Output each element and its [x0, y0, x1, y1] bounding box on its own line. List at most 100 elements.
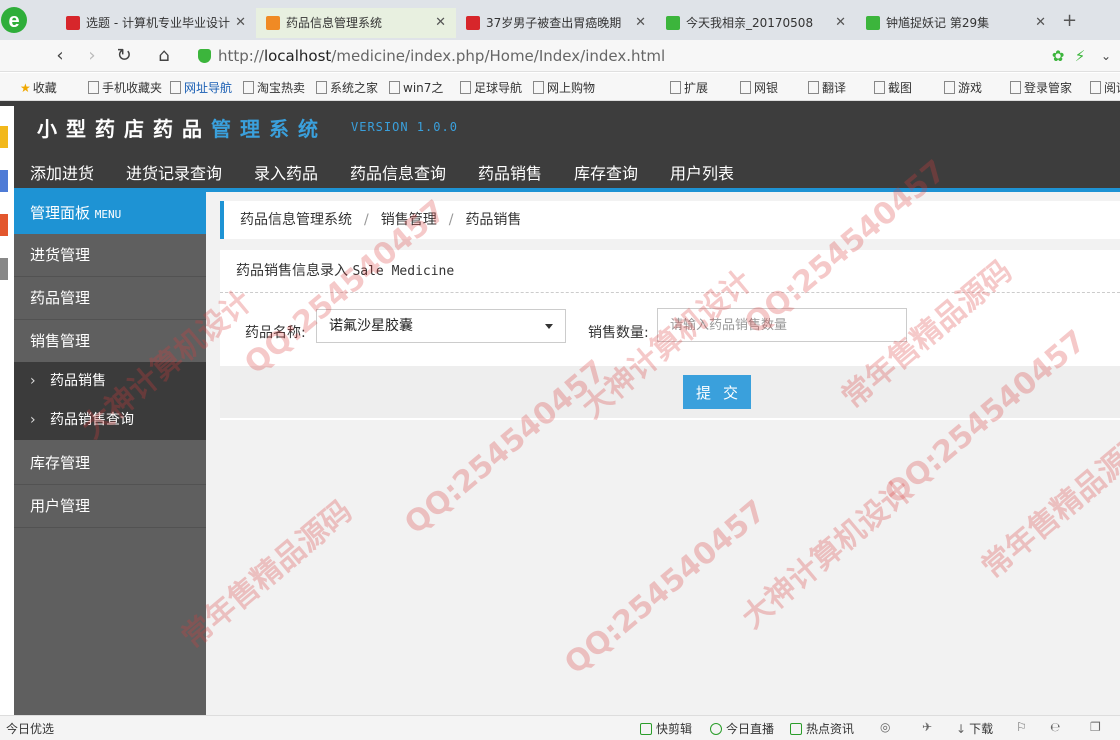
- quantity-input[interactable]: [657, 308, 907, 342]
- extension-icon: [670, 81, 681, 94]
- sidebar-subitem-sales-query[interactable]: › 药品销售查询: [14, 401, 206, 440]
- page-icon: [460, 81, 471, 94]
- nav-add-purchase[interactable]: 添加进货: [30, 160, 94, 184]
- nav-add-medicine[interactable]: 录入药品: [254, 160, 318, 184]
- bookmark-item[interactable]: 游戏: [944, 79, 982, 96]
- sidebar-item-users[interactable]: 用户管理: [14, 485, 206, 528]
- tab-favicon-icon: [466, 16, 480, 30]
- submit-button[interactable]: 提交: [683, 375, 751, 409]
- bookmark-item[interactable]: 足球导航: [460, 79, 522, 96]
- refresh-icon[interactable]: ↻: [112, 44, 136, 68]
- sidebar-app-icon[interactable]: [0, 214, 8, 236]
- sidebar-subitem-sales[interactable]: › 药品销售: [14, 362, 206, 401]
- bookmark-item[interactable]: 网址导航: [170, 79, 232, 96]
- sidebar-app-icon[interactable]: [0, 126, 8, 148]
- breadcrumb-item[interactable]: 药品信息管理系统: [240, 212, 352, 228]
- nav-medicine-query[interactable]: 药品信息查询: [350, 160, 446, 184]
- status-item[interactable]: 热点资讯: [790, 720, 854, 737]
- tab-label: 选题 - 计算机专业毕业设计: [86, 16, 230, 30]
- medicine-name-label: 药品名称:: [245, 325, 306, 341]
- close-icon[interactable]: ✕: [635, 8, 646, 38]
- submit-row: 提交: [220, 366, 1120, 418]
- bookmark-item[interactable]: 翻译: [808, 79, 846, 96]
- app-version: VERSION 1.0.0: [351, 120, 458, 134]
- chevron-right-icon: ›: [30, 412, 36, 428]
- browser-tab[interactable]: 选题 - 计算机专业毕业设计 ✕: [56, 8, 256, 38]
- medicine-select[interactable]: 诺氟沙星胶囊: [316, 309, 566, 343]
- bookmark-item[interactable]: 网银: [740, 79, 778, 96]
- sidebar-item-medicine[interactable]: 药品管理: [14, 277, 206, 320]
- tab-label: 今天我相亲_20170508: [686, 16, 814, 30]
- quantity-label: 销售数量:: [588, 325, 649, 341]
- bookmark-item[interactable]: 登录管家: [1010, 79, 1072, 96]
- app-header: 小型药店药品管理系统 VERSION 1.0.0 添加进货 进货记录查询 录入药…: [0, 101, 1120, 192]
- sidebar-app-icon[interactable]: [0, 170, 8, 192]
- status-left-label[interactable]: 今日优选: [6, 720, 54, 737]
- phone-icon: [88, 81, 99, 94]
- translate-icon: [808, 81, 819, 94]
- browser-tab[interactable]: 今天我相亲_20170508 ✕: [656, 8, 856, 38]
- tab-label: 药品信息管理系统: [286, 16, 383, 30]
- scissors-icon: [640, 723, 652, 735]
- url-host: localhost: [263, 47, 332, 65]
- address-bar: ‹ › ↻ ⌂ http://localhost/medicine/index.…: [0, 40, 1120, 72]
- bookmark-item[interactable]: 系统之家: [316, 79, 378, 96]
- bank-icon: [740, 81, 751, 94]
- game-icon: [944, 81, 955, 94]
- speed-icon[interactable]: ◎: [880, 720, 890, 734]
- extension-icon[interactable]: ✿: [1046, 44, 1070, 68]
- flag-icon[interactable]: ⚐: [1016, 720, 1027, 734]
- browser-tab-active[interactable]: 药品信息管理系统 ✕: [256, 8, 456, 38]
- sidebar-item-stock[interactable]: 库存管理: [14, 442, 206, 485]
- panel-title: 药品销售信息录入 Sale Medicine: [220, 250, 1120, 293]
- download-icon: ↓: [956, 722, 967, 736]
- url-input[interactable]: http://localhost/medicine/index.php/Home…: [192, 44, 1032, 68]
- browser-status-bar: 今日优选 快剪辑 今日直播 热点资讯 ◎ ✈ ↓ 下载 ⚐ ℮ ❐: [0, 715, 1120, 740]
- browser-tab[interactable]: 钟馗捉妖记 第29集 ✕: [856, 8, 1056, 38]
- tab-favicon-icon: [866, 16, 880, 30]
- ie-icon[interactable]: ℮: [1050, 720, 1060, 734]
- screenshot-icon: [874, 81, 885, 94]
- browser-tab[interactable]: 37岁男子被查出胃癌晚期 ✕: [456, 8, 656, 38]
- caret-down-icon: [545, 324, 553, 329]
- chevron-down-icon[interactable]: ⌄: [1094, 44, 1118, 68]
- bookmark-item[interactable]: 阅读: [1090, 79, 1120, 96]
- url-path: /medicine/index.php/Home/Index/index.htm…: [331, 47, 666, 65]
- sidebar-app-icon[interactable]: [0, 258, 8, 280]
- back-icon[interactable]: ‹: [48, 44, 72, 68]
- nav-user-list[interactable]: 用户列表: [670, 160, 734, 184]
- window-icon[interactable]: ❐: [1090, 720, 1101, 734]
- bookmark-item[interactable]: 扩展: [670, 79, 708, 96]
- bookmark-item[interactable]: 淘宝热卖: [243, 79, 305, 96]
- bookmark-item[interactable]: 手机收藏夹: [88, 79, 162, 96]
- close-icon[interactable]: ✕: [235, 8, 246, 38]
- nav-stock-query[interactable]: 库存查询: [574, 160, 638, 184]
- bookmarks-bar: ★ 收藏 手机收藏夹 网址导航 淘宝热卖 系统之家 win7之 足球导航 网上购物…: [0, 73, 1120, 101]
- nav-purchase-records[interactable]: 进货记录查询: [126, 160, 222, 184]
- url-prefix: http://: [218, 47, 264, 65]
- play-icon: [710, 723, 722, 735]
- status-item[interactable]: ↓ 下载: [956, 720, 993, 737]
- browser-tab-bar: e 选题 - 计算机专业毕业设计 ✕ 药品信息管理系统 ✕ 37岁男子被查出胃癌…: [0, 0, 1120, 40]
- forward-icon[interactable]: ›: [80, 44, 104, 68]
- sidebar-item-sales[interactable]: 销售管理: [14, 320, 206, 363]
- status-item[interactable]: 快剪辑: [640, 720, 692, 737]
- pin-icon[interactable]: ✈: [922, 720, 932, 734]
- bookmark-item[interactable]: ★ 收藏: [20, 79, 57, 96]
- bookmark-item[interactable]: win7之: [389, 79, 443, 96]
- close-icon[interactable]: ✕: [435, 8, 446, 38]
- tab-favicon-icon: [266, 16, 280, 30]
- home-icon[interactable]: ⌂: [152, 44, 176, 68]
- status-item[interactable]: 今日直播: [710, 720, 774, 737]
- lightning-icon[interactable]: ⚡: [1068, 44, 1092, 68]
- page-icon: [389, 81, 400, 94]
- nav-medicine-sales[interactable]: 药品销售: [478, 160, 542, 184]
- bookmark-item[interactable]: 网上购物: [533, 79, 595, 96]
- sidebar-item-purchase[interactable]: 进货管理: [14, 234, 206, 277]
- news-icon: [790, 723, 802, 735]
- new-tab-icon[interactable]: +: [1062, 10, 1077, 31]
- bookmark-item[interactable]: 截图: [874, 79, 912, 96]
- close-icon[interactable]: ✕: [835, 8, 846, 38]
- close-icon[interactable]: ✕: [1035, 8, 1046, 38]
- breadcrumb-item[interactable]: 销售管理: [381, 212, 437, 228]
